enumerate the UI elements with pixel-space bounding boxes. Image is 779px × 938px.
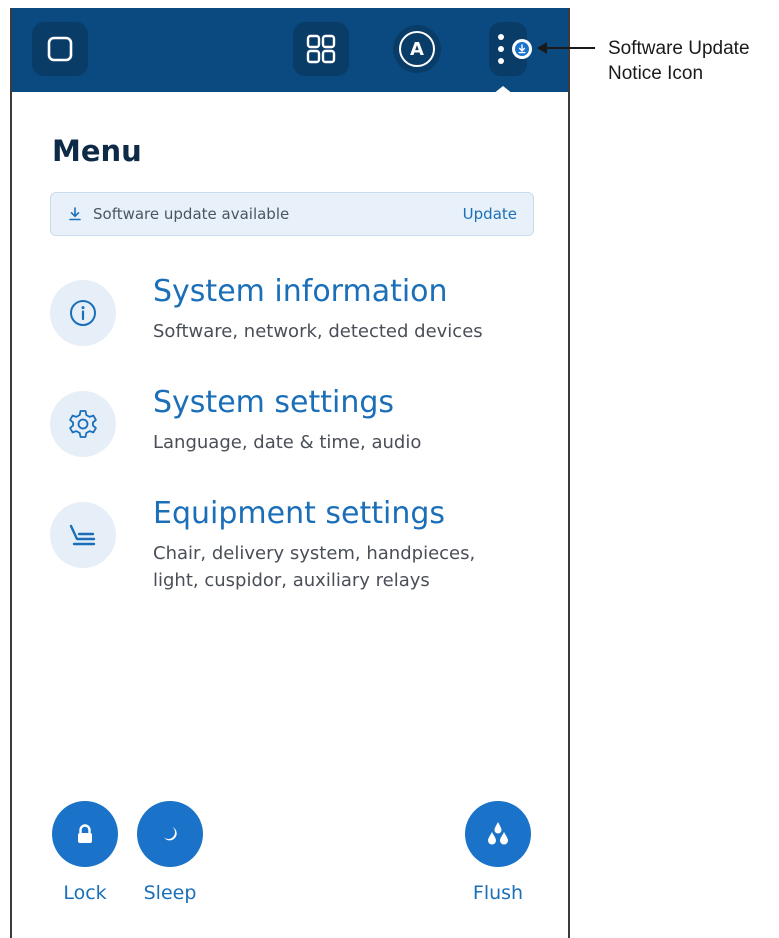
update-banner-text: Software update available [93, 205, 290, 223]
menu-item-title: System information [153, 274, 448, 309]
flush-button[interactable]: Flush [465, 801, 531, 904]
menu-item-subtitle: Language, date & time, audio [153, 432, 422, 453]
menu-item-title: Equipment settings [153, 496, 446, 531]
menu-item-title: System settings [153, 385, 395, 420]
apps-grid-icon [306, 34, 336, 64]
menu-caret [493, 86, 513, 94]
moon-icon [137, 801, 203, 867]
gear-icon [50, 391, 116, 457]
menu-item-subtitle: Chair, delivery system, handpieces, ligh… [153, 543, 476, 591]
sleep-label: Sleep [143, 882, 197, 904]
dental-chair-icon [50, 502, 116, 568]
menu-item-subtitle: Software, network, detected devices [153, 321, 483, 342]
callout-line [540, 47, 595, 49]
callout-label: Software Update Notice Icon [608, 38, 750, 84]
download-badge-icon [512, 39, 532, 59]
apps-grid-button[interactable] [293, 22, 349, 76]
page-title: Menu [52, 134, 142, 168]
download-icon [67, 206, 83, 222]
more-vertical-icon [498, 34, 504, 64]
home-button[interactable] [32, 22, 88, 76]
update-link[interactable]: Update [463, 205, 517, 223]
lock-button[interactable]: Lock [52, 801, 118, 904]
lock-label: Lock [63, 882, 107, 904]
lock-icon [52, 801, 118, 867]
water-drops-icon [465, 801, 531, 867]
profile-letter: A [399, 31, 435, 67]
software-update-banner[interactable]: Software update available Update [50, 192, 534, 236]
more-menu-button[interactable] [489, 22, 532, 76]
flush-label: Flush [472, 882, 524, 904]
profile-button[interactable]: A [389, 22, 445, 76]
sleep-button[interactable]: Sleep [137, 801, 203, 904]
info-icon [50, 280, 116, 346]
device-screen: A Menu Software update available Update [10, 8, 570, 938]
profile-a-icon: A [393, 25, 441, 73]
top-bar: A [12, 8, 568, 94]
home-square-icon [47, 36, 73, 62]
